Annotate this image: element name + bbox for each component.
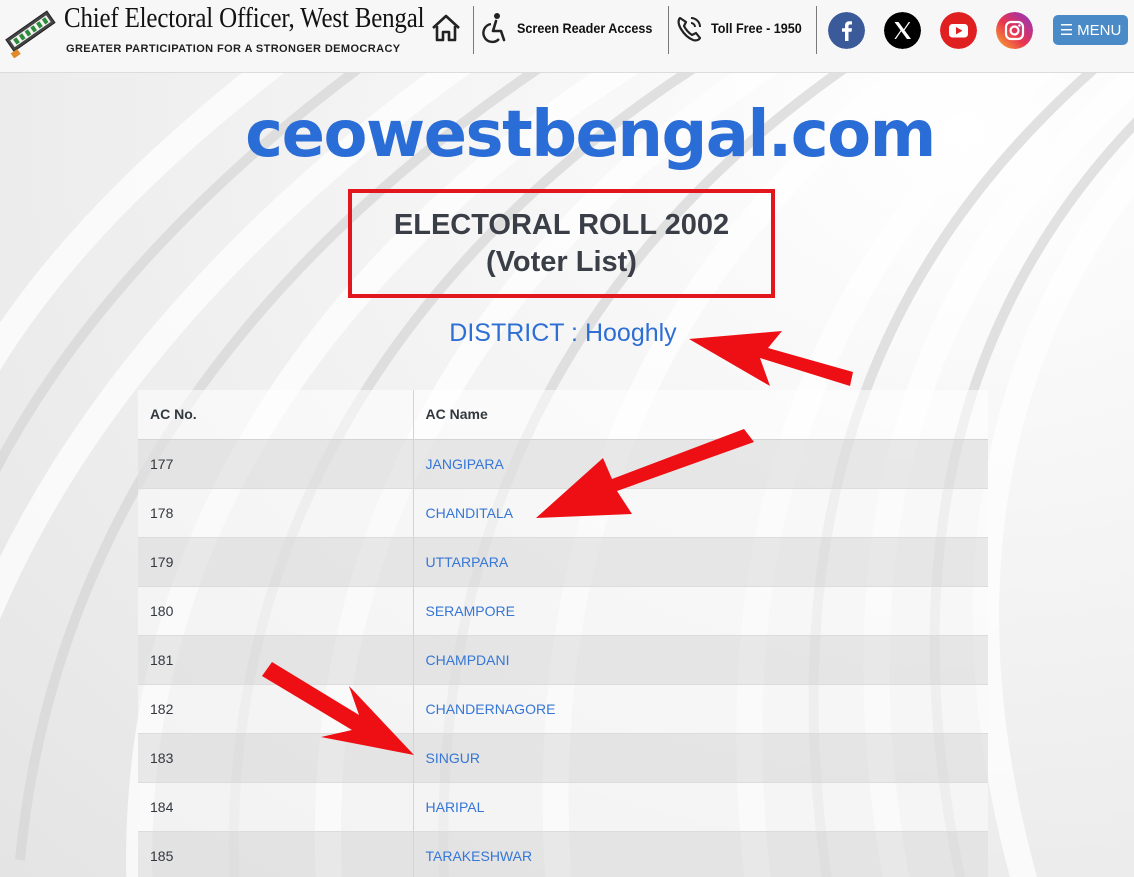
roll-subtitle: (Voter List) [486,245,637,278]
header-divider [668,6,669,54]
ac-name-link[interactable]: SERAMPORE [413,585,988,635]
instagram-icon[interactable] [996,12,1033,49]
x-icon[interactable] [884,12,921,49]
phone-icon[interactable] [675,14,703,44]
ac-number: 184 [138,781,414,831]
table-row: 183 SINGUR [138,732,988,782]
ac-name-link[interactable]: UTTARPARA [413,536,988,586]
ac-name-link[interactable]: CHANDERNAGORE [413,683,988,733]
ac-number: 182 [138,683,414,733]
accessibility-icon[interactable] [480,12,508,44]
table-row: 177 JANGIPARA [138,438,988,488]
table-row: 185 TARAKESHWAR [138,830,988,877]
ac-name-link[interactable]: TARAKESHWAR [413,830,988,877]
ac-number: 183 [138,732,414,782]
ac-name-link[interactable]: SINGUR [413,732,988,782]
home-icon[interactable] [430,12,462,44]
ac-name-link[interactable]: HARIPAL [413,781,988,831]
facebook-icon[interactable] [828,12,865,49]
brand-title[interactable]: Chief Electoral Officer, West Bengal [64,2,425,35]
header-divider [473,6,474,54]
ac-name-link[interactable]: CHANDITALA [413,487,988,537]
youtube-icon[interactable] [940,12,977,49]
menu-label: MENU [1077,21,1122,39]
header-divider [816,6,817,54]
roll-title-box: ELECTORAL ROLL 2002 (Voter List) [348,189,775,298]
election-commission-logo-icon[interactable] [0,2,62,58]
table-row: 179 UTTARPARA [138,536,988,586]
menu-button[interactable]: ☰ MENU [1053,15,1128,45]
ac-number: 181 [138,634,414,684]
ac-name-link[interactable]: JANGIPARA [413,438,988,488]
table-header-row: AC No. AC Name [138,390,988,440]
ac-number: 177 [138,438,414,488]
brand-subtitle: GREATER PARTICIPATION FOR A STRONGER DEM… [66,43,401,55]
table-row: 182 CHANDERNAGORE [138,683,988,733]
column-header-ac-no: AC No. [138,390,414,440]
assembly-constituency-table: AC No. AC Name 177 JANGIPARA 178 CHANDIT… [138,390,988,877]
toll-free-number[interactable]: Toll Free - 1950 [711,20,802,36]
table-row: 180 SERAMPORE [138,585,988,635]
district-heading: DISTRICT : Hooghly [449,319,677,347]
hamburger-icon: ☰ [1059,22,1074,39]
screen-reader-access-link[interactable]: Screen Reader Access [517,20,652,36]
ac-number: 179 [138,536,414,586]
ac-number: 185 [138,830,414,877]
table-row: 178 CHANDITALA [138,487,988,537]
roll-title: ELECTORAL ROLL 2002 [393,208,730,241]
ac-number: 178 [138,487,414,537]
ac-name-link[interactable]: CHAMPDANI [413,634,988,684]
ac-number: 180 [138,585,414,635]
table-row: 181 CHAMPDANI [138,634,988,684]
table-row: 184 HARIPAL [138,781,988,831]
site-name-heading: ceowestbengal.com [245,98,936,172]
site-header: Chief Electoral Officer, West Bengal GRE… [0,0,1134,73]
column-header-ac-name: AC Name [413,390,988,440]
